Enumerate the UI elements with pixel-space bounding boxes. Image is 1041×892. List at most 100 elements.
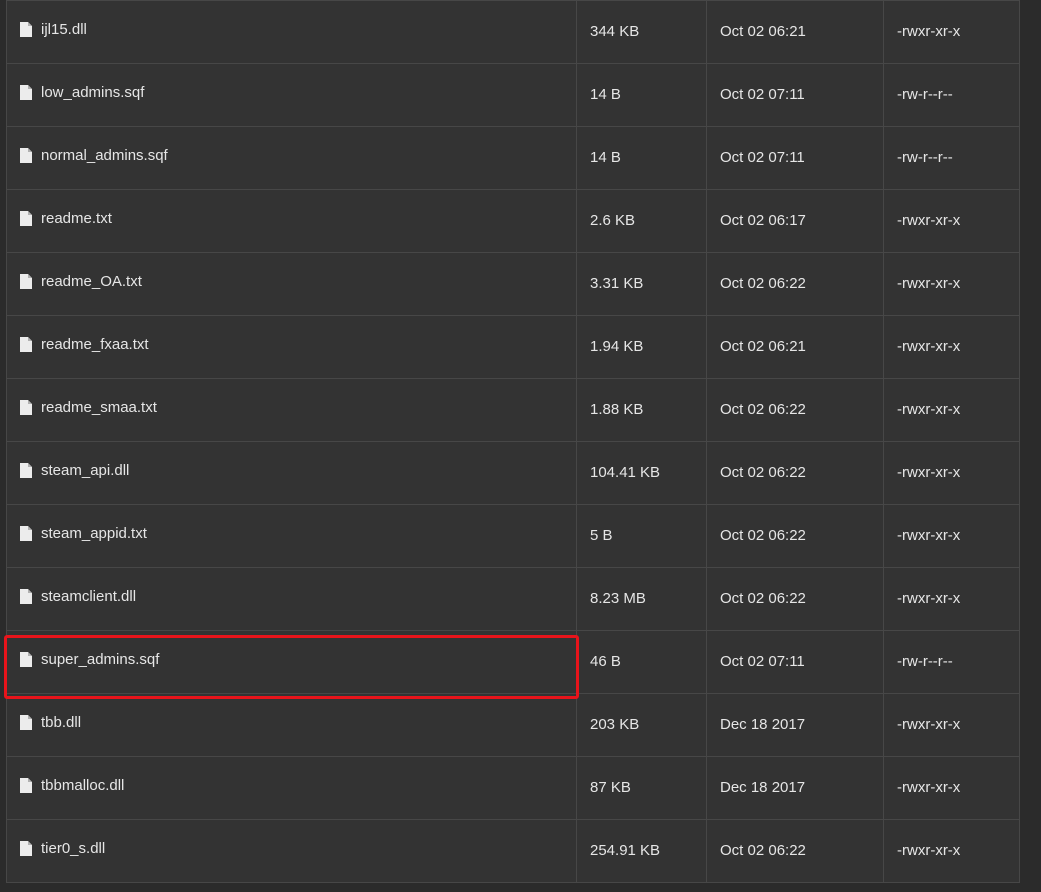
file-row[interactable]: ijl15.dll 344 KB Oct 02 06:21 -rwxr-xr-x xyxy=(6,0,1020,64)
file-permissions-cell: -rwxr-xr-x xyxy=(883,693,1020,757)
file-size-cell: 3.31 KB xyxy=(576,252,707,316)
file-size-cell: 5 B xyxy=(576,504,707,568)
file-icon xyxy=(20,589,32,604)
file-size: 8.23 MB xyxy=(590,590,646,607)
file-icon xyxy=(20,715,32,730)
file-name-cell[interactable]: readme_fxaa.txt xyxy=(6,315,577,379)
file-permissions-cell: -rwxr-xr-x xyxy=(883,441,1020,505)
file-modified: Oct 02 06:22 xyxy=(720,527,806,544)
file-size: 87 KB xyxy=(590,779,631,796)
file-size: 14 B xyxy=(590,149,621,166)
file-size: 344 KB xyxy=(590,23,640,40)
file-icon xyxy=(20,22,32,37)
file-name-cell[interactable]: super_admins.sqf xyxy=(6,630,577,694)
file-permissions: -rwxr-xr-x xyxy=(897,527,961,544)
file-modified-cell: Oct 02 06:22 xyxy=(706,567,884,631)
file-name-cell[interactable]: ijl15.dll xyxy=(6,0,577,64)
file-row[interactable]: readme.txt 2.6 KB Oct 02 06:17 -rwxr-xr-… xyxy=(6,189,1020,253)
file-permissions: -rw-r--r-- xyxy=(897,149,953,166)
file-name[interactable]: tier0_s.dll xyxy=(41,840,105,857)
file-name-cell[interactable]: tier0_s.dll xyxy=(6,819,577,883)
file-modified-cell: Oct 02 06:17 xyxy=(706,189,884,253)
file-name[interactable]: readme_fxaa.txt xyxy=(41,336,149,353)
file-name[interactable]: low_admins.sqf xyxy=(41,84,144,101)
file-icon xyxy=(20,211,32,226)
file-name-cell[interactable]: low_admins.sqf xyxy=(6,63,577,127)
file-permissions-cell: -rwxr-xr-x xyxy=(883,567,1020,631)
file-row[interactable]: tier0_s.dll 254.91 KB Oct 02 06:22 -rwxr… xyxy=(6,819,1020,883)
file-modified-cell: Oct 02 06:22 xyxy=(706,252,884,316)
file-list-table: ijl15.dll 344 KB Oct 02 06:21 -rwxr-xr-x… xyxy=(6,0,1020,883)
file-name[interactable]: readme.txt xyxy=(41,210,112,227)
file-icon xyxy=(20,148,32,163)
file-size: 104.41 KB xyxy=(590,464,661,481)
file-row[interactable]: normal_admins.sqf 14 B Oct 02 07:11 -rw-… xyxy=(6,126,1020,190)
file-name[interactable]: ijl15.dll xyxy=(41,21,87,38)
file-name[interactable]: normal_admins.sqf xyxy=(41,147,168,164)
file-modified: Oct 02 06:22 xyxy=(720,275,806,292)
file-modified: Dec 18 2017 xyxy=(720,779,806,796)
file-modified: Oct 02 06:22 xyxy=(720,590,806,607)
file-modified: Oct 02 06:21 xyxy=(720,23,806,40)
file-size-cell: 254.91 KB xyxy=(576,819,707,883)
file-name[interactable]: steam_appid.txt xyxy=(41,525,147,542)
file-icon xyxy=(20,778,32,793)
file-row[interactable]: low_admins.sqf 14 B Oct 02 07:11 -rw-r--… xyxy=(6,63,1020,127)
file-permissions: -rwxr-xr-x xyxy=(897,842,961,859)
file-modified: Oct 02 06:22 xyxy=(720,401,806,418)
file-modified: Oct 02 06:22 xyxy=(720,464,806,481)
file-row[interactable]: super_admins.sqf 46 B Oct 02 07:11 -rw-r… xyxy=(6,630,1020,694)
file-size-cell: 46 B xyxy=(576,630,707,694)
file-modified-cell: Oct 02 07:11 xyxy=(706,126,884,190)
file-name-cell[interactable]: steamclient.dll xyxy=(6,567,577,631)
file-permissions: -rwxr-xr-x xyxy=(897,779,961,796)
file-name-cell[interactable]: readme_OA.txt xyxy=(6,252,577,316)
file-permissions-cell: -rwxr-xr-x xyxy=(883,819,1020,883)
scroll-gutter xyxy=(1020,0,1041,892)
file-name-cell[interactable]: steam_appid.txt xyxy=(6,504,577,568)
file-size-cell: 87 KB xyxy=(576,756,707,820)
file-permissions-cell: -rwxr-xr-x xyxy=(883,0,1020,64)
file-modified-cell: Oct 02 07:11 xyxy=(706,63,884,127)
file-modified: Oct 02 06:17 xyxy=(720,212,806,229)
file-row[interactable]: readme_OA.txt 3.31 KB Oct 02 06:22 -rwxr… xyxy=(6,252,1020,316)
file-size-cell: 2.6 KB xyxy=(576,189,707,253)
file-name[interactable]: steamclient.dll xyxy=(41,588,136,605)
file-permissions: -rwxr-xr-x xyxy=(897,716,961,733)
file-name[interactable]: readme_smaa.txt xyxy=(41,399,157,416)
file-name-cell[interactable]: tbbmalloc.dll xyxy=(6,756,577,820)
file-name-cell[interactable]: tbb.dll xyxy=(6,693,577,757)
file-name[interactable]: readme_OA.txt xyxy=(41,273,142,290)
file-icon xyxy=(20,85,32,100)
file-permissions: -rwxr-xr-x xyxy=(897,464,961,481)
file-name-cell[interactable]: steam_api.dll xyxy=(6,441,577,505)
file-name[interactable]: steam_api.dll xyxy=(41,462,129,479)
file-name[interactable]: super_admins.sqf xyxy=(41,651,159,668)
file-size-cell: 104.41 KB xyxy=(576,441,707,505)
file-size: 46 B xyxy=(590,653,621,670)
file-permissions-cell: -rwxr-xr-x xyxy=(883,315,1020,379)
file-name-cell[interactable]: normal_admins.sqf xyxy=(6,126,577,190)
file-row[interactable]: steam_api.dll 104.41 KB Oct 02 06:22 -rw… xyxy=(6,441,1020,505)
file-row[interactable]: readme_smaa.txt 1.88 KB Oct 02 06:22 -rw… xyxy=(6,378,1020,442)
file-name[interactable]: tbbmalloc.dll xyxy=(41,777,124,794)
file-permissions: -rw-r--r-- xyxy=(897,86,953,103)
file-size-cell: 14 B xyxy=(576,63,707,127)
file-row[interactable]: readme_fxaa.txt 1.94 KB Oct 02 06:21 -rw… xyxy=(6,315,1020,379)
file-row[interactable]: tbb.dll 203 KB Dec 18 2017 -rwxr-xr-x xyxy=(6,693,1020,757)
file-name[interactable]: tbb.dll xyxy=(41,714,81,731)
file-name-cell[interactable]: readme.txt xyxy=(6,189,577,253)
file-name-cell[interactable]: readme_smaa.txt xyxy=(6,378,577,442)
file-modified: Dec 18 2017 xyxy=(720,716,806,733)
file-permissions-cell: -rw-r--r-- xyxy=(883,126,1020,190)
file-row[interactable]: tbbmalloc.dll 87 KB Dec 18 2017 -rwxr-xr… xyxy=(6,756,1020,820)
file-permissions: -rwxr-xr-x xyxy=(897,275,961,292)
file-modified-cell: Oct 02 06:22 xyxy=(706,441,884,505)
file-size: 1.94 KB xyxy=(590,338,644,355)
file-permissions: -rwxr-xr-x xyxy=(897,212,961,229)
file-row[interactable]: steam_appid.txt 5 B Oct 02 06:22 -rwxr-x… xyxy=(6,504,1020,568)
file-row[interactable]: steamclient.dll 8.23 MB Oct 02 06:22 -rw… xyxy=(6,567,1020,631)
file-icon xyxy=(20,841,32,856)
file-permissions: -rwxr-xr-x xyxy=(897,401,961,418)
file-size: 203 KB xyxy=(590,716,640,733)
